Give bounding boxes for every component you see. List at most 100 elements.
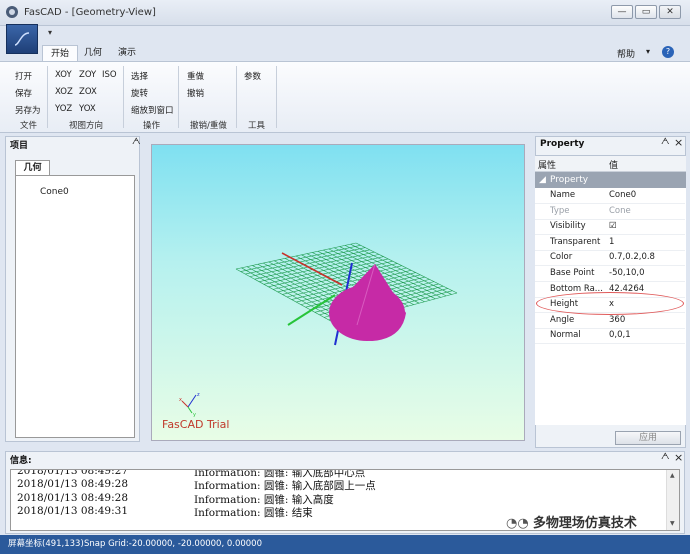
property-value[interactable]: 1 xyxy=(609,235,614,250)
group-divider xyxy=(236,66,237,128)
triad-icon: z x y xyxy=(179,392,200,418)
rotate-button[interactable]: 旋转 xyxy=(131,87,148,99)
triad-x-label: x xyxy=(179,397,182,403)
view-group-label: 视图方向 xyxy=(69,121,104,131)
scrollbar[interactable]: ▲ ▼ xyxy=(666,470,679,530)
open-button[interactable]: 打开 xyxy=(15,70,32,82)
view-iso-button[interactable]: ISO xyxy=(102,70,117,80)
scroll-up-icon[interactable]: ▲ xyxy=(670,472,675,479)
property-value[interactable]: 0,0,1 xyxy=(609,328,631,343)
help-menu[interactable]: 帮助 xyxy=(617,47,635,60)
fascad-logo-icon xyxy=(6,6,18,18)
property-key: Base Point xyxy=(550,268,595,278)
property-key: Name xyxy=(550,190,576,200)
view-yoz-button[interactable]: YOZ xyxy=(55,104,72,114)
file-group-label: 文件 xyxy=(20,121,38,131)
property-key: Angle xyxy=(550,314,575,325)
curve-icon xyxy=(14,32,30,46)
view-zox-button[interactable]: ZOX xyxy=(79,87,97,97)
group-divider xyxy=(123,66,124,128)
minimize-button[interactable]: — xyxy=(611,5,633,19)
status-bar: 屏幕坐标(491,133) Snap Grid:-20.00000, -20.0… xyxy=(0,535,690,554)
property-value[interactable]: 360 xyxy=(609,313,625,328)
wechat-icon: ◔◔ xyxy=(506,516,533,531)
view-yox-button[interactable]: YOX xyxy=(79,104,96,114)
close-icon[interactable]: × xyxy=(674,136,683,149)
quick-access-dropdown[interactable]: ▾ xyxy=(48,28,52,37)
close-icon[interactable]: × xyxy=(674,451,683,464)
operation-group-label: 操作 xyxy=(143,121,161,131)
property-value[interactable]: ☑ xyxy=(609,219,617,234)
property-row[interactable]: Transparent 1 xyxy=(535,235,685,251)
tab-demo[interactable]: 演示 xyxy=(110,45,144,62)
property-row[interactable]: Visibility ☑ xyxy=(535,219,685,236)
view-xoy-button[interactable]: XOY xyxy=(55,70,72,80)
apply-button[interactable]: 应用 xyxy=(615,431,681,445)
property-key: Type xyxy=(550,205,570,216)
property-key: Visibility xyxy=(550,221,586,232)
log-timestamp: 2018/01/13 08:49:28 xyxy=(17,478,129,491)
redo-button[interactable]: 重做 xyxy=(187,70,204,82)
value-column-header: 值 xyxy=(609,161,619,171)
save-as-button[interactable]: 另存为 xyxy=(15,104,41,116)
attribute-column-header: 属性 xyxy=(538,161,557,171)
tab-home[interactable]: 开始 xyxy=(42,45,79,62)
scroll-down-icon[interactable]: ▼ xyxy=(670,520,675,527)
tree-item-cone0[interactable]: Cone0 xyxy=(40,187,69,197)
trial-watermark: FasCAD Trial xyxy=(162,418,230,431)
property-key: Normal xyxy=(550,330,581,341)
category-label: Property xyxy=(550,175,589,185)
group-divider xyxy=(47,66,48,128)
property-key: Transparent xyxy=(550,236,601,247)
log-line: 2018/01/13 08:49:27 Information: 圆锥: 输入底部… xyxy=(17,469,657,479)
view-zoy-button[interactable]: ZOY xyxy=(79,70,96,80)
save-button[interactable]: 保存 xyxy=(15,87,32,99)
property-value[interactable]: 0.7,0.2,0.8 xyxy=(609,250,655,265)
property-category[interactable]: ◢ Property xyxy=(535,172,686,188)
tab-geometry-tree[interactable]: 几何 xyxy=(15,160,50,176)
tools-group-label: 工具 xyxy=(248,121,266,131)
triad-z-label: z xyxy=(197,392,200,398)
application-menu-button[interactable] xyxy=(6,24,38,54)
project-tree xyxy=(15,175,135,438)
cone-shape[interactable] xyxy=(329,263,406,341)
watermark-text: 多物理场仿真技术 xyxy=(532,516,637,531)
tab-geometry[interactable]: 几何 xyxy=(76,45,110,62)
log-timestamp: 2018/01/13 08:49:28 xyxy=(17,491,129,504)
property-row[interactable]: Base Point -50,10,0 xyxy=(535,266,685,282)
zoom-to-window-button[interactable]: 缩放到窗口 xyxy=(131,104,174,116)
property-row[interactable]: Type Cone xyxy=(535,204,685,220)
property-value[interactable]: Cone xyxy=(609,204,631,219)
property-grid-header: 属性 值 xyxy=(535,156,686,172)
pin-icon[interactable]: ᗅ xyxy=(661,452,669,462)
screen-coordinates: 屏幕坐标(491,133) xyxy=(8,539,84,549)
collapse-icon[interactable]: ◢ xyxy=(539,172,546,188)
help-dropdown-icon[interactable]: ▾ xyxy=(646,47,650,56)
scene-canvas[interactable]: z x y xyxy=(152,145,526,442)
help-icon[interactable]: ? xyxy=(662,46,674,58)
highlight-ellipse xyxy=(536,292,684,315)
property-row[interactable]: Name Cone0 xyxy=(535,188,685,204)
log-message: Information: 圆锥: 结束 xyxy=(194,507,313,520)
property-row[interactable]: Angle 360 xyxy=(535,313,685,329)
snap-grid-readout: Snap Grid:-20.00000, -20.00000, 0.00000 xyxy=(84,539,262,549)
project-panel-title: 项目 xyxy=(10,141,29,151)
property-panel-title: Property xyxy=(540,139,585,149)
undo-button[interactable]: 撤销 xyxy=(187,87,204,99)
log-timestamp: 2018/01/13 08:49:27 xyxy=(17,469,129,477)
close-button[interactable]: ✕ xyxy=(659,5,681,19)
property-value[interactable]: -50,10,0 xyxy=(609,266,645,281)
property-row[interactable]: Normal 0,0,1 xyxy=(535,328,685,345)
log-timestamp: 2018/01/13 08:49:31 xyxy=(17,505,129,518)
window-title: FasCAD - [Geometry-View] xyxy=(24,7,156,18)
pin-icon[interactable]: ᗅ xyxy=(661,137,669,147)
property-row[interactable]: Color 0.7,0.2,0.8 xyxy=(535,250,685,267)
property-value[interactable]: Cone0 xyxy=(609,188,636,203)
view-xoz-button[interactable]: XOZ xyxy=(55,87,73,97)
pin-icon[interactable]: ᗅ xyxy=(132,137,140,147)
maximize-button[interactable]: ▭ xyxy=(635,5,657,19)
select-button[interactable]: 选择 xyxy=(131,70,148,82)
info-panel-title: 信息: xyxy=(10,456,32,466)
parameters-button[interactable]: 参数 xyxy=(244,70,261,82)
geometry-viewport[interactable]: z x y xyxy=(151,144,525,441)
